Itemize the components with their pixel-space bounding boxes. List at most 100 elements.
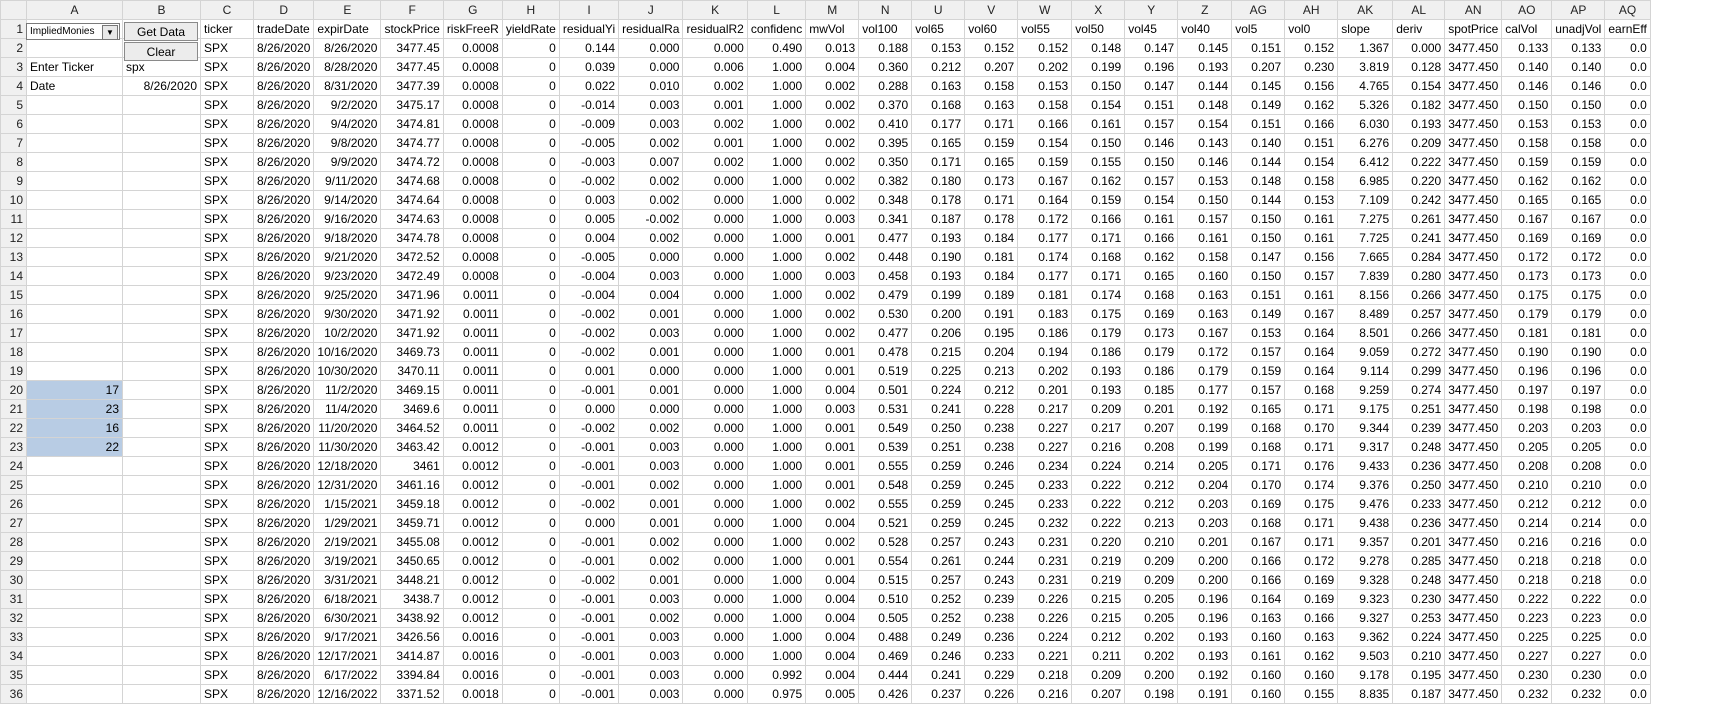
data-cell[interactable]: 3477.450 (1444, 665, 1503, 685)
data-cell[interactable]: 0 (501, 171, 560, 191)
data-cell[interactable]: 0.000 (682, 665, 748, 685)
data-cell[interactable]: 0.157 (1231, 342, 1286, 362)
data-cell[interactable]: 0.000 (682, 304, 748, 324)
row-header[interactable]: 22 (0, 418, 27, 438)
cell-b[interactable] (122, 95, 201, 115)
data-cell[interactable]: 0.186 (1017, 323, 1073, 343)
data-cell[interactable]: 0.000 (682, 608, 748, 628)
data-cell[interactable]: 0.177 (911, 114, 966, 134)
data-cell[interactable]: 0.259 (911, 475, 966, 495)
data-cell[interactable]: 0.0012 (442, 551, 503, 571)
data-cell[interactable]: 8/26/2020 (252, 209, 315, 229)
data-cell[interactable]: 9/14/2020 (313, 190, 382, 210)
data-cell[interactable]: 0.0012 (442, 589, 503, 609)
data-cell[interactable]: 0.171 (1231, 456, 1286, 476)
data-cell[interactable]: 0.210 (1124, 532, 1179, 552)
data-cell[interactable]: 0.004 (805, 608, 860, 628)
data-cell[interactable]: 0.169 (1284, 570, 1339, 590)
data-cell[interactable]: 0.173 (1124, 323, 1179, 343)
data-cell[interactable]: 0.000 (682, 342, 748, 362)
data-cell[interactable]: 0.0011 (442, 304, 503, 324)
cell-a[interactable] (26, 589, 123, 609)
data-cell[interactable]: 3474.72 (380, 152, 444, 172)
data-cell[interactable]: 1.000 (746, 209, 807, 229)
data-cell[interactable]: 3464.52 (380, 418, 444, 438)
data-cell[interactable]: 0.244 (964, 551, 1019, 571)
data-cell[interactable]: 0.232 (1501, 684, 1553, 704)
data-cell[interactable]: 0.174 (1071, 285, 1126, 305)
data-cell[interactable]: SPX (200, 190, 254, 210)
data-cell[interactable]: 0.223 (1551, 608, 1606, 628)
data-cell[interactable]: 0.179 (1501, 304, 1553, 324)
data-cell[interactable]: 0.173 (1551, 266, 1606, 286)
data-cell[interactable]: 0.181 (964, 247, 1019, 267)
data-cell[interactable]: 8/26/2020 (252, 190, 315, 210)
data-cell[interactable]: 8/26/2020 (252, 608, 315, 628)
cell-b[interactable] (122, 114, 201, 134)
data-cell[interactable]: 0.231 (1017, 532, 1073, 552)
clear-button[interactable]: Clear (124, 42, 198, 61)
data-cell[interactable]: 0.145 (1177, 38, 1233, 58)
data-cell[interactable]: 0 (501, 494, 560, 514)
data-cell[interactable]: 0.210 (1392, 646, 1446, 666)
data-cell[interactable]: 0.178 (911, 190, 966, 210)
data-cell[interactable]: 0.0008 (442, 114, 503, 134)
row-header[interactable]: 14 (0, 266, 27, 286)
data-cell[interactable]: 0.0008 (442, 38, 503, 58)
data-cell[interactable]: 0.000 (618, 38, 684, 58)
data-cell[interactable]: 3450.65 (380, 551, 444, 571)
data-cell[interactable]: 8/26/2020 (252, 361, 315, 381)
data-cell[interactable]: 3477.45 (380, 38, 444, 58)
data-cell[interactable]: 0.002 (618, 190, 684, 210)
data-cell[interactable]: 11/4/2020 (313, 399, 382, 419)
data-cell[interactable]: 0.448 (858, 247, 913, 267)
data-cell[interactable]: 0.151 (1124, 95, 1179, 115)
field-header[interactable]: ticker (200, 19, 254, 39)
data-cell[interactable]: 0 (501, 589, 560, 609)
data-cell[interactable]: 0.519 (858, 361, 913, 381)
data-cell[interactable]: 0.168 (1124, 285, 1179, 305)
data-cell[interactable]: 0.150 (1071, 76, 1126, 96)
data-cell[interactable]: 0.249 (911, 627, 966, 647)
data-cell[interactable]: 0.226 (1017, 589, 1073, 609)
data-cell[interactable]: 0.169 (1551, 228, 1606, 248)
data-cell[interactable]: SPX (200, 380, 254, 400)
data-cell[interactable]: 1.000 (746, 95, 807, 115)
data-cell[interactable]: 3448.21 (380, 570, 444, 590)
data-cell[interactable]: 0.169 (1501, 228, 1553, 248)
data-cell[interactable]: 3477.450 (1444, 418, 1503, 438)
data-cell[interactable]: 0.197 (1501, 380, 1553, 400)
data-cell[interactable]: 8/26/2020 (252, 475, 315, 495)
data-cell[interactable]: 0.004 (805, 570, 860, 590)
data-cell[interactable]: 6/30/2021 (313, 608, 382, 628)
data-cell[interactable]: 0.521 (858, 513, 913, 533)
data-cell[interactable]: 1.000 (746, 551, 807, 571)
data-cell[interactable]: 6/18/2021 (313, 589, 382, 609)
data-cell[interactable]: 0.0008 (442, 266, 503, 286)
data-cell[interactable]: 0.161 (1071, 114, 1126, 134)
data-cell[interactable]: 0.000 (682, 361, 748, 381)
data-cell[interactable]: 3477.450 (1444, 57, 1503, 77)
data-cell[interactable]: 8/26/2020 (252, 665, 315, 685)
data-cell[interactable]: 0.992 (746, 665, 807, 685)
cell-b[interactable] (122, 342, 201, 362)
data-cell[interactable]: 0.154 (1071, 95, 1126, 115)
data-cell[interactable]: 0.004 (805, 57, 860, 77)
data-cell[interactable]: 0.479 (858, 285, 913, 305)
data-cell[interactable]: 3477.450 (1444, 589, 1503, 609)
column-header[interactable]: I (558, 0, 620, 20)
data-cell[interactable]: 0.177 (1017, 228, 1073, 248)
data-cell[interactable]: 0.223 (1501, 608, 1553, 628)
data-cell[interactable]: -0.001 (558, 551, 620, 571)
data-cell[interactable]: 1.000 (746, 646, 807, 666)
data-cell[interactable]: 0 (501, 38, 560, 58)
data-cell[interactable]: 8/26/2020 (252, 304, 315, 324)
column-header[interactable]: AK (1337, 0, 1394, 20)
data-cell[interactable]: 0.149 (1231, 304, 1286, 324)
data-cell[interactable]: 1.000 (746, 114, 807, 134)
data-cell[interactable]: 0.002 (682, 76, 748, 96)
data-cell[interactable]: 0.0 (1604, 95, 1651, 115)
data-cell[interactable]: 0.204 (1177, 475, 1233, 495)
data-cell[interactable]: 3472.49 (380, 266, 444, 286)
data-cell[interactable]: 0.0008 (442, 57, 503, 77)
